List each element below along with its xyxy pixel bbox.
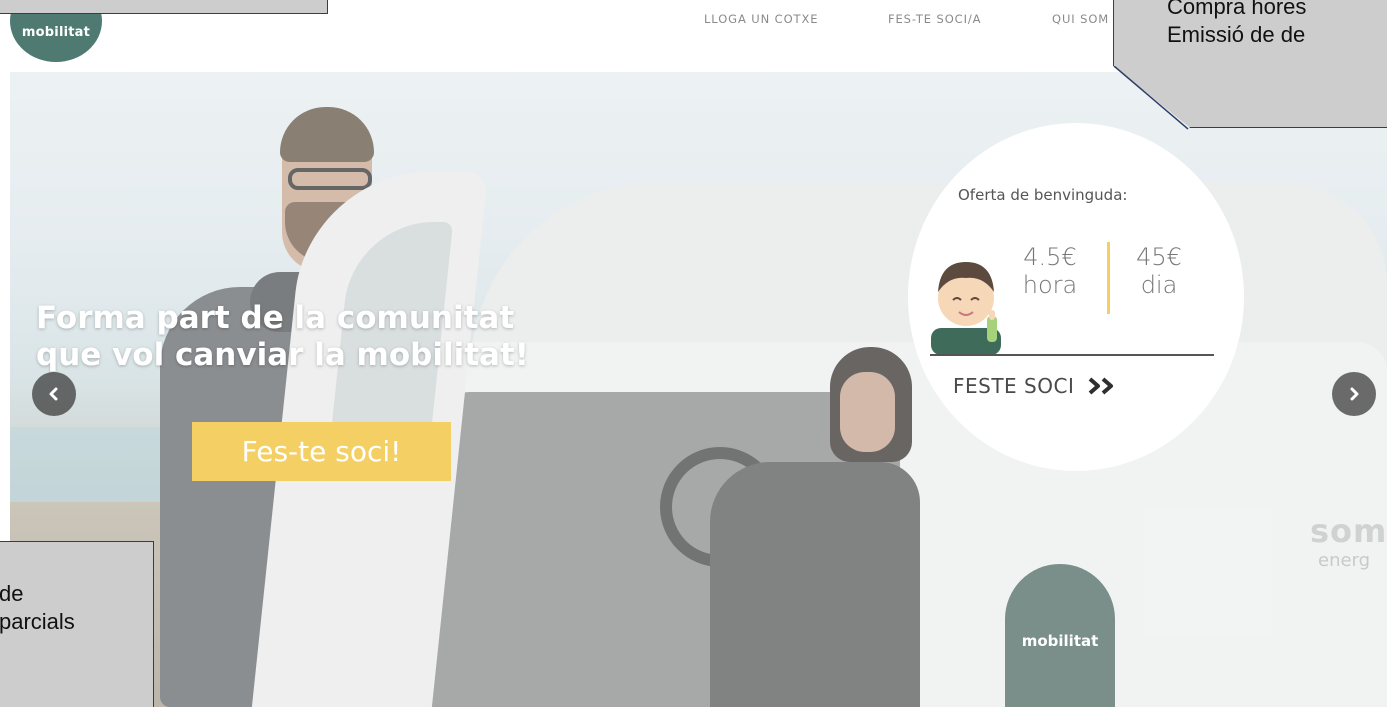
offer-day-price: 45€ dia: [1117, 243, 1201, 299]
nav-item-fes-te-soci[interactable]: FES-TE SOCI/A: [888, 12, 981, 26]
slider-next-button[interactable]: [1332, 372, 1376, 416]
nav-item-lloga-un-cotxe[interactable]: LLOGA UN COTXE: [704, 12, 818, 26]
offer-underline: [930, 354, 1214, 356]
offer-hour-unit: hora: [1022, 271, 1078, 299]
callout-top-right-line-2: Emissió de de: [1167, 22, 1306, 47]
offer-join-link[interactable]: FESTE SOCI: [953, 374, 1121, 398]
offer-hour-value: 4.5€: [1023, 243, 1077, 271]
chevron-right-icon: [1350, 387, 1359, 401]
annotation-callout-top-left: [0, 0, 328, 14]
nav-item-qui-som[interactable]: QUI SOM: [1052, 12, 1109, 26]
double-chevron-right-icon: [1088, 377, 1114, 395]
callout-bottom-left-line-2: parcials: [0, 609, 75, 634]
offer-price-divider: [1107, 242, 1110, 314]
offer-day-unit: dia: [1140, 271, 1178, 299]
slider-prev-button[interactable]: [32, 372, 76, 416]
offer-title: Oferta de benvinguda:: [958, 186, 1128, 204]
callout-top-right-pointer: [1113, 66, 1189, 130]
offer-hour-price: 4.5€ hora: [1008, 243, 1092, 299]
join-cta-button[interactable]: Fes-te soci!: [192, 422, 451, 481]
offer-join-label: FESTE SOCI: [953, 374, 1075, 398]
annotation-callout-bottom-left: de parcials: [0, 541, 154, 707]
callout-top-right-line-1: Compra hores: [1167, 0, 1307, 19]
user-avatar-illustration: [931, 262, 1001, 355]
offer-day-value: 45€: [1136, 243, 1182, 271]
logo-wordmark: mobilitat: [21, 25, 91, 40]
hero-headline-line-2: que vol canviar la mobilitat!: [36, 337, 529, 373]
hero-headline: Forma part de la comunitat que vol canvi…: [36, 300, 636, 374]
chevron-left-icon: [49, 387, 58, 401]
callout-bottom-left-line-1: de: [0, 581, 24, 606]
hero-headline-line-1: Forma part de la comunitat: [36, 300, 515, 336]
